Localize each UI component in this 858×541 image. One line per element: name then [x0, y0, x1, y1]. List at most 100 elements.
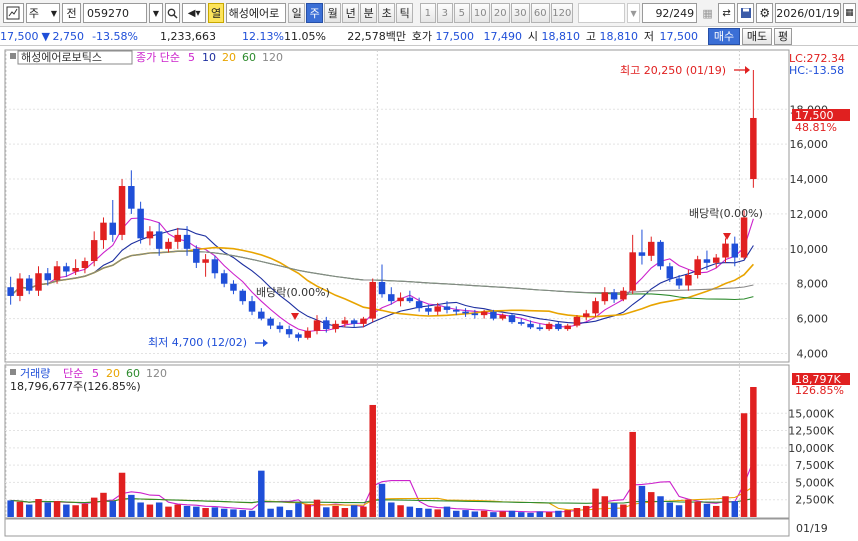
- x-axis-last-label: 01/19: [796, 522, 828, 535]
- chart-export-icon[interactable]: ⇄: [718, 3, 736, 23]
- volume-bar: [694, 501, 701, 517]
- quote-amount: 22,578백만: [347, 30, 406, 43]
- candle-body: [582, 313, 590, 317]
- bid-value: 17,500: [435, 29, 475, 43]
- period-button-6[interactable]: 틱: [396, 3, 414, 23]
- candle-body: [369, 281, 376, 319]
- period-button-1[interactable]: 주: [306, 3, 324, 23]
- period-button-0[interactable]: 일: [288, 3, 306, 23]
- panel-toggle-icon[interactable]: [10, 53, 16, 59]
- candle-body: [220, 273, 228, 284]
- search-icon[interactable]: [164, 3, 180, 23]
- stock-code-dropdown[interactable]: ▼: [149, 3, 163, 23]
- volume-y-tick: 7,500K: [795, 459, 834, 472]
- buy-button[interactable]: 매수: [708, 27, 740, 45]
- period-button-3[interactable]: 년: [342, 3, 360, 23]
- chart-type-icon[interactable]: [3, 3, 24, 23]
- interval-button-3[interactable]: 3: [436, 3, 453, 23]
- interval-button-1[interactable]: 1: [419, 3, 436, 23]
- legend-ma-5: 5: [188, 51, 195, 64]
- volume-bar: [53, 501, 61, 517]
- candle-body: [508, 315, 516, 323]
- interval-button-10[interactable]: 10: [470, 3, 490, 23]
- candle-body: [694, 259, 701, 275]
- eval-button[interactable]: 평: [774, 27, 792, 45]
- legend-ma-10: 10: [202, 51, 216, 64]
- price-y-tick: 12,000: [790, 208, 829, 221]
- candle-body: [276, 325, 284, 330]
- market-type-select[interactable]: 주 ▼: [25, 3, 61, 23]
- candle-body: [675, 278, 683, 286]
- interval-button-20[interactable]: 20: [490, 3, 510, 23]
- gear-icon[interactable]: ⚙: [756, 3, 774, 23]
- price-y-tick: 16,000: [790, 138, 829, 151]
- volume-bar: [341, 508, 349, 517]
- candle-body: [202, 259, 209, 263]
- chart-area[interactable]: 18,00016,00014,00012,00010,0008,0006,000…: [0, 47, 858, 538]
- interval-button-120[interactable]: 120: [550, 3, 573, 23]
- period-button-2[interactable]: 월: [324, 3, 342, 23]
- volume-bar: [722, 496, 729, 517]
- period-button-5[interactable]: 초: [378, 3, 396, 23]
- stock-code-value: 059270: [87, 6, 130, 20]
- candle-body: [471, 313, 479, 316]
- period-button-4[interactable]: 분: [360, 3, 378, 23]
- candle-body: [712, 257, 720, 263]
- volume-bar: [350, 505, 358, 517]
- volume-bar: [434, 509, 441, 517]
- ask-value: 17,490: [483, 29, 523, 43]
- candle-body: [109, 222, 117, 235]
- price-y-tick: 6,000: [797, 313, 829, 326]
- quote-price: 17,500: [0, 29, 39, 43]
- volume-bar: [239, 510, 246, 517]
- chevron-down-icon[interactable]: ▼: [626, 3, 641, 23]
- volume-bar: [313, 499, 321, 517]
- volume-bar: [220, 508, 228, 517]
- volume-value-label: 18,796,677주(126.85%): [10, 380, 141, 393]
- candle-body: [629, 252, 636, 291]
- candle-body: [722, 243, 729, 258]
- volume-bar: [155, 502, 163, 517]
- volume-bar: [295, 503, 302, 517]
- candle-body: [267, 318, 274, 326]
- volume-bar: [360, 506, 367, 517]
- down-arrow-icon: ▼: [41, 29, 50, 43]
- open-value: 18,810: [541, 29, 581, 43]
- blank-select[interactable]: [577, 3, 625, 23]
- grid-icon[interactable]: ▦: [699, 3, 716, 23]
- sell-button[interactable]: 매도: [742, 27, 772, 45]
- volume-panel-toggle-icon[interactable]: [10, 369, 16, 375]
- candle-body: [462, 311, 469, 314]
- date-field[interactable]: 2026/01/19: [775, 3, 841, 23]
- candle-body: [406, 297, 414, 302]
- volume-bar: [453, 510, 460, 517]
- candle-body: [295, 334, 302, 338]
- dividend-label-1: 배당락(0.00%): [256, 286, 330, 299]
- volume-bar: [63, 504, 70, 517]
- interval-button-5[interactable]: 5: [453, 3, 470, 23]
- price-volume-chart[interactable]: 18,00016,00014,00012,00010,0008,0006,000…: [0, 47, 858, 538]
- volume-bar: [480, 510, 488, 517]
- volume-bar: [750, 387, 757, 517]
- candle-body: [378, 281, 386, 295]
- save-icon[interactable]: [737, 3, 755, 23]
- interval-button-60[interactable]: 60: [530, 3, 550, 23]
- candle-body: [35, 273, 42, 291]
- volume-bar: [193, 506, 200, 517]
- volume-bar: [211, 507, 219, 517]
- interval-button-30[interactable]: 30: [510, 3, 530, 23]
- candle-body: [183, 234, 191, 249]
- quote-change: 2,750: [52, 29, 85, 43]
- stock-code-input[interactable]: 059270: [83, 3, 148, 23]
- volume-bar: [258, 470, 265, 517]
- candle-body: [601, 292, 609, 302]
- prefix-field[interactable]: 전: [62, 3, 82, 23]
- volume-bar: [555, 510, 562, 517]
- volume-legend-ma-120: 120: [146, 367, 167, 380]
- candle-body: [490, 311, 497, 319]
- calendar-icon[interactable]: ▦: [842, 3, 856, 23]
- volume-bar: [7, 500, 14, 517]
- legend-stock-name: 해성에어로보틱스: [21, 50, 102, 64]
- sound-icon[interactable]: ◀▾: [181, 3, 207, 23]
- volume-legend-ma-5: 5: [92, 367, 99, 380]
